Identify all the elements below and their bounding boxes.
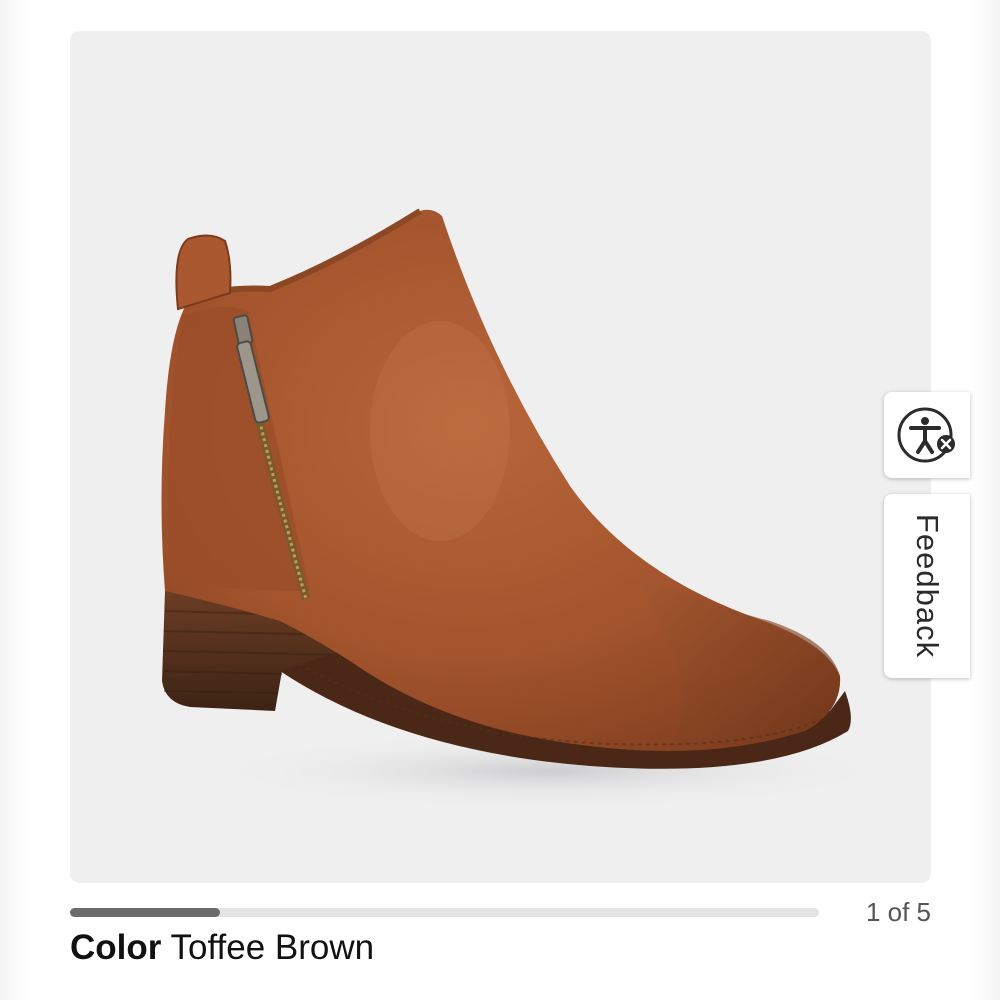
accessibility-icon: [897, 407, 955, 463]
color-selection: Color Toffee Brown: [70, 928, 374, 968]
left-edge-shade: [0, 0, 30, 1000]
gallery-progress-track: [70, 908, 819, 917]
color-value: Toffee Brown: [170, 928, 375, 967]
product-image: [161, 208, 890, 809]
accessibility-button[interactable]: [884, 392, 970, 478]
right-edge-shade: [970, 0, 1000, 1000]
product-gallery-page: Feedback 1 of 5 Color Toffee Brown: [0, 0, 1000, 1000]
color-label: Color: [70, 928, 162, 967]
leather-highlight: [370, 321, 510, 541]
product-image-card[interactable]: [70, 31, 931, 883]
gallery-page-counter: 1 of 5: [865, 897, 931, 927]
gallery-progress-fill: [70, 908, 220, 917]
feedback-button[interactable]: Feedback: [884, 494, 970, 678]
feedback-label: Feedback: [910, 513, 945, 659]
